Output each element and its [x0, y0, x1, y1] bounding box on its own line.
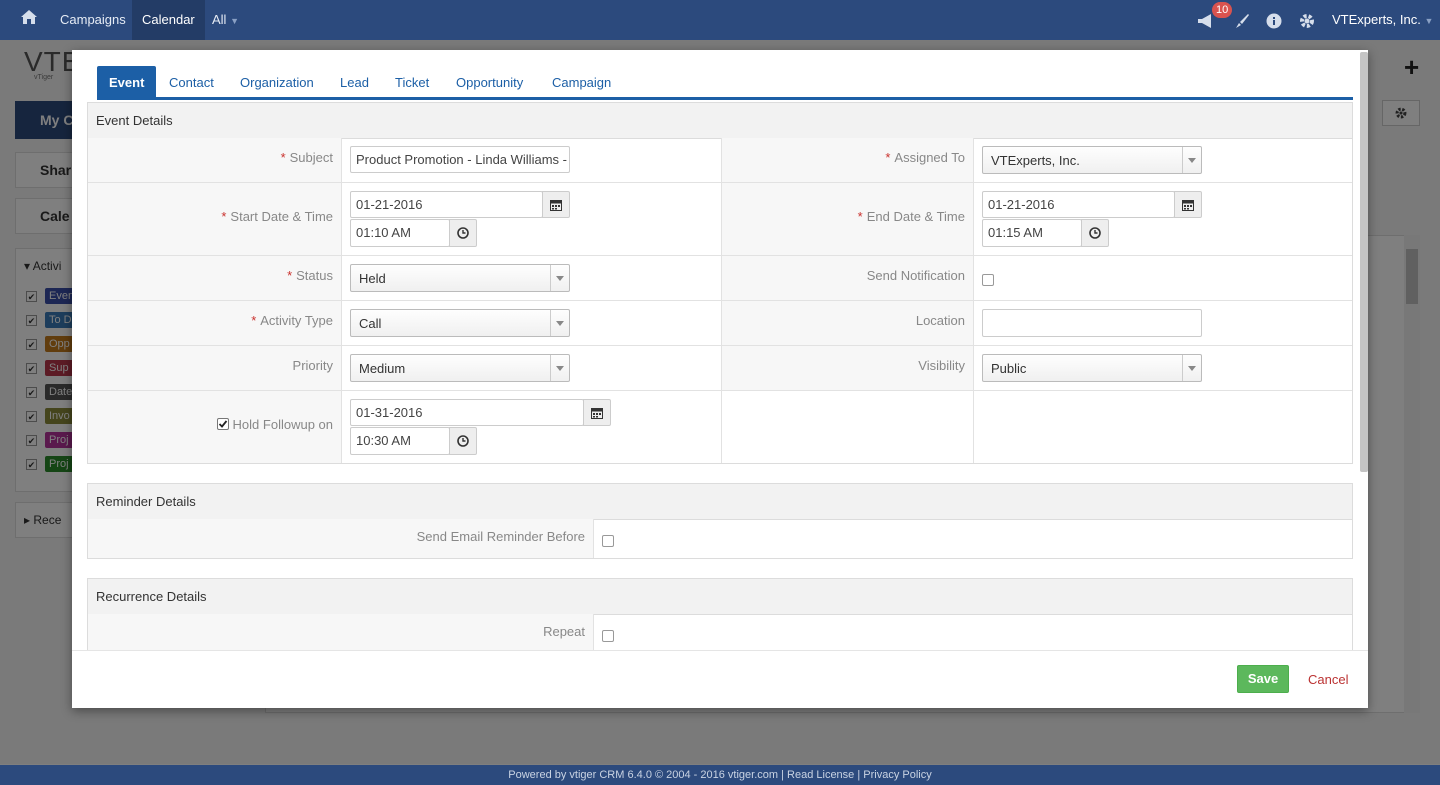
priority-select[interactable]: Medium [350, 354, 570, 382]
calendar-icon[interactable] [583, 399, 611, 426]
followup-date-input[interactable]: 01-31-2016 [350, 399, 584, 426]
chevron-down-icon [550, 310, 569, 336]
activity-type-label: * Activity Type [88, 301, 342, 346]
info-icon[interactable] [1266, 0, 1282, 40]
event-details-title: Event Details [88, 103, 1352, 139]
hold-followup-checkbox[interactable] [216, 418, 229, 430]
hold-followup-label-cell: Hold Followup on [88, 391, 342, 463]
chevron-down-icon [550, 355, 569, 381]
company-name: VTExperts, Inc. [1332, 12, 1421, 27]
followup-time-input[interactable]: 10:30 AM [350, 427, 450, 455]
assigned-to-select[interactable]: VTExperts, Inc. [982, 146, 1202, 174]
nav-calendar[interactable]: Calendar [132, 0, 205, 40]
visibility-value: Public [991, 361, 1027, 376]
tab-ticket[interactable]: Ticket [395, 66, 429, 97]
repeat-label: Repeat [88, 614, 594, 650]
clock-icon[interactable] [449, 219, 477, 247]
email-reminder-label: Send Email Reminder Before [88, 519, 594, 558]
chevron-down-icon: ▼ [1424, 16, 1434, 26]
start-date-input[interactable]: 01-21-2016 [350, 191, 543, 218]
end-date-input[interactable]: 01-21-2016 [982, 191, 1175, 218]
gear-icon[interactable] [1298, 0, 1316, 40]
save-button[interactable]: Save [1237, 665, 1289, 693]
chevron-down-icon [550, 265, 569, 291]
chevron-down-icon [1182, 355, 1201, 381]
tab-organization[interactable]: Organization [240, 66, 314, 97]
tab-lead[interactable]: Lead [340, 66, 369, 97]
modal-tabs: Event Contact Organization Lead Ticket O… [97, 66, 1353, 100]
repeat-checkbox[interactable] [602, 630, 614, 642]
home-icon[interactable] [20, 8, 40, 30]
activity-type-value: Call [359, 316, 382, 331]
footer: Powered by vtiger CRM 6.4.0 © 2004 - 201… [0, 765, 1440, 785]
hold-followup-label: Hold Followup on [232, 417, 333, 432]
visibility-select[interactable]: Public [982, 354, 1202, 382]
brush-icon[interactable] [1234, 0, 1250, 40]
calendar-icon[interactable] [1174, 191, 1202, 218]
clock-icon[interactable] [1081, 219, 1109, 247]
send-notification-checkbox[interactable] [982, 274, 994, 286]
send-notification-cell [974, 256, 1352, 301]
start-datetime-label: * Start Date & Time [88, 183, 342, 256]
nav-all[interactable]: All ▼ [212, 0, 239, 40]
subject-label: * Subject [88, 138, 342, 183]
status-label: * Status [88, 256, 342, 301]
tab-opportunity[interactable]: Opportunity [456, 66, 523, 97]
location-input[interactable] [982, 309, 1202, 337]
nav-campaigns[interactable]: Campaigns [60, 0, 126, 40]
visibility-label: Visibility [722, 346, 974, 391]
notification-badge: 10 [1212, 2, 1233, 18]
end-datetime-label: * End Date & Time [722, 183, 974, 256]
recurrence-details-title: Recurrence Details [88, 579, 1352, 615]
tab-event[interactable]: Event [97, 66, 157, 97]
top-navbar: Campaigns Calendar All ▼ 10 VTExperts, I… [0, 0, 1440, 40]
assigned-to-label: * Assigned To [722, 138, 974, 183]
assigned-to-value: VTExperts, Inc. [991, 153, 1080, 168]
priority-label: Priority [88, 346, 342, 391]
send-notification-label: Send Notification [722, 256, 974, 301]
nav-all-label: All [212, 12, 227, 27]
clock-icon[interactable] [449, 427, 477, 455]
modal-scrollbar[interactable] [1360, 50, 1368, 474]
cancel-link[interactable]: Cancel [1308, 672, 1348, 687]
reminder-details-title: Reminder Details [88, 484, 1352, 520]
start-time-input[interactable]: 01:10 AM [350, 219, 450, 247]
company-menu[interactable]: VTExperts, Inc. ▼ [1332, 0, 1433, 40]
activity-type-select[interactable]: Call [350, 309, 570, 337]
status-select[interactable]: Held [350, 264, 570, 292]
tab-campaign[interactable]: Campaign [552, 66, 611, 97]
location-label: Location [722, 301, 974, 346]
chevron-down-icon [1182, 147, 1201, 173]
chevron-down-icon: ▼ [230, 16, 239, 26]
modal-scrollbar-thumb[interactable] [1360, 52, 1368, 472]
subject-input[interactable]: Product Promotion - Linda Williams - [350, 146, 570, 173]
tab-contact[interactable]: Contact [169, 66, 214, 97]
email-reminder-checkbox[interactable] [602, 535, 614, 547]
calendar-icon[interactable] [542, 191, 570, 218]
status-value: Held [359, 271, 386, 286]
empty-cell [722, 391, 974, 463]
end-time-input[interactable]: 01:15 AM [982, 219, 1082, 247]
modal-footer-divider [72, 650, 1368, 651]
priority-value: Medium [359, 361, 406, 376]
